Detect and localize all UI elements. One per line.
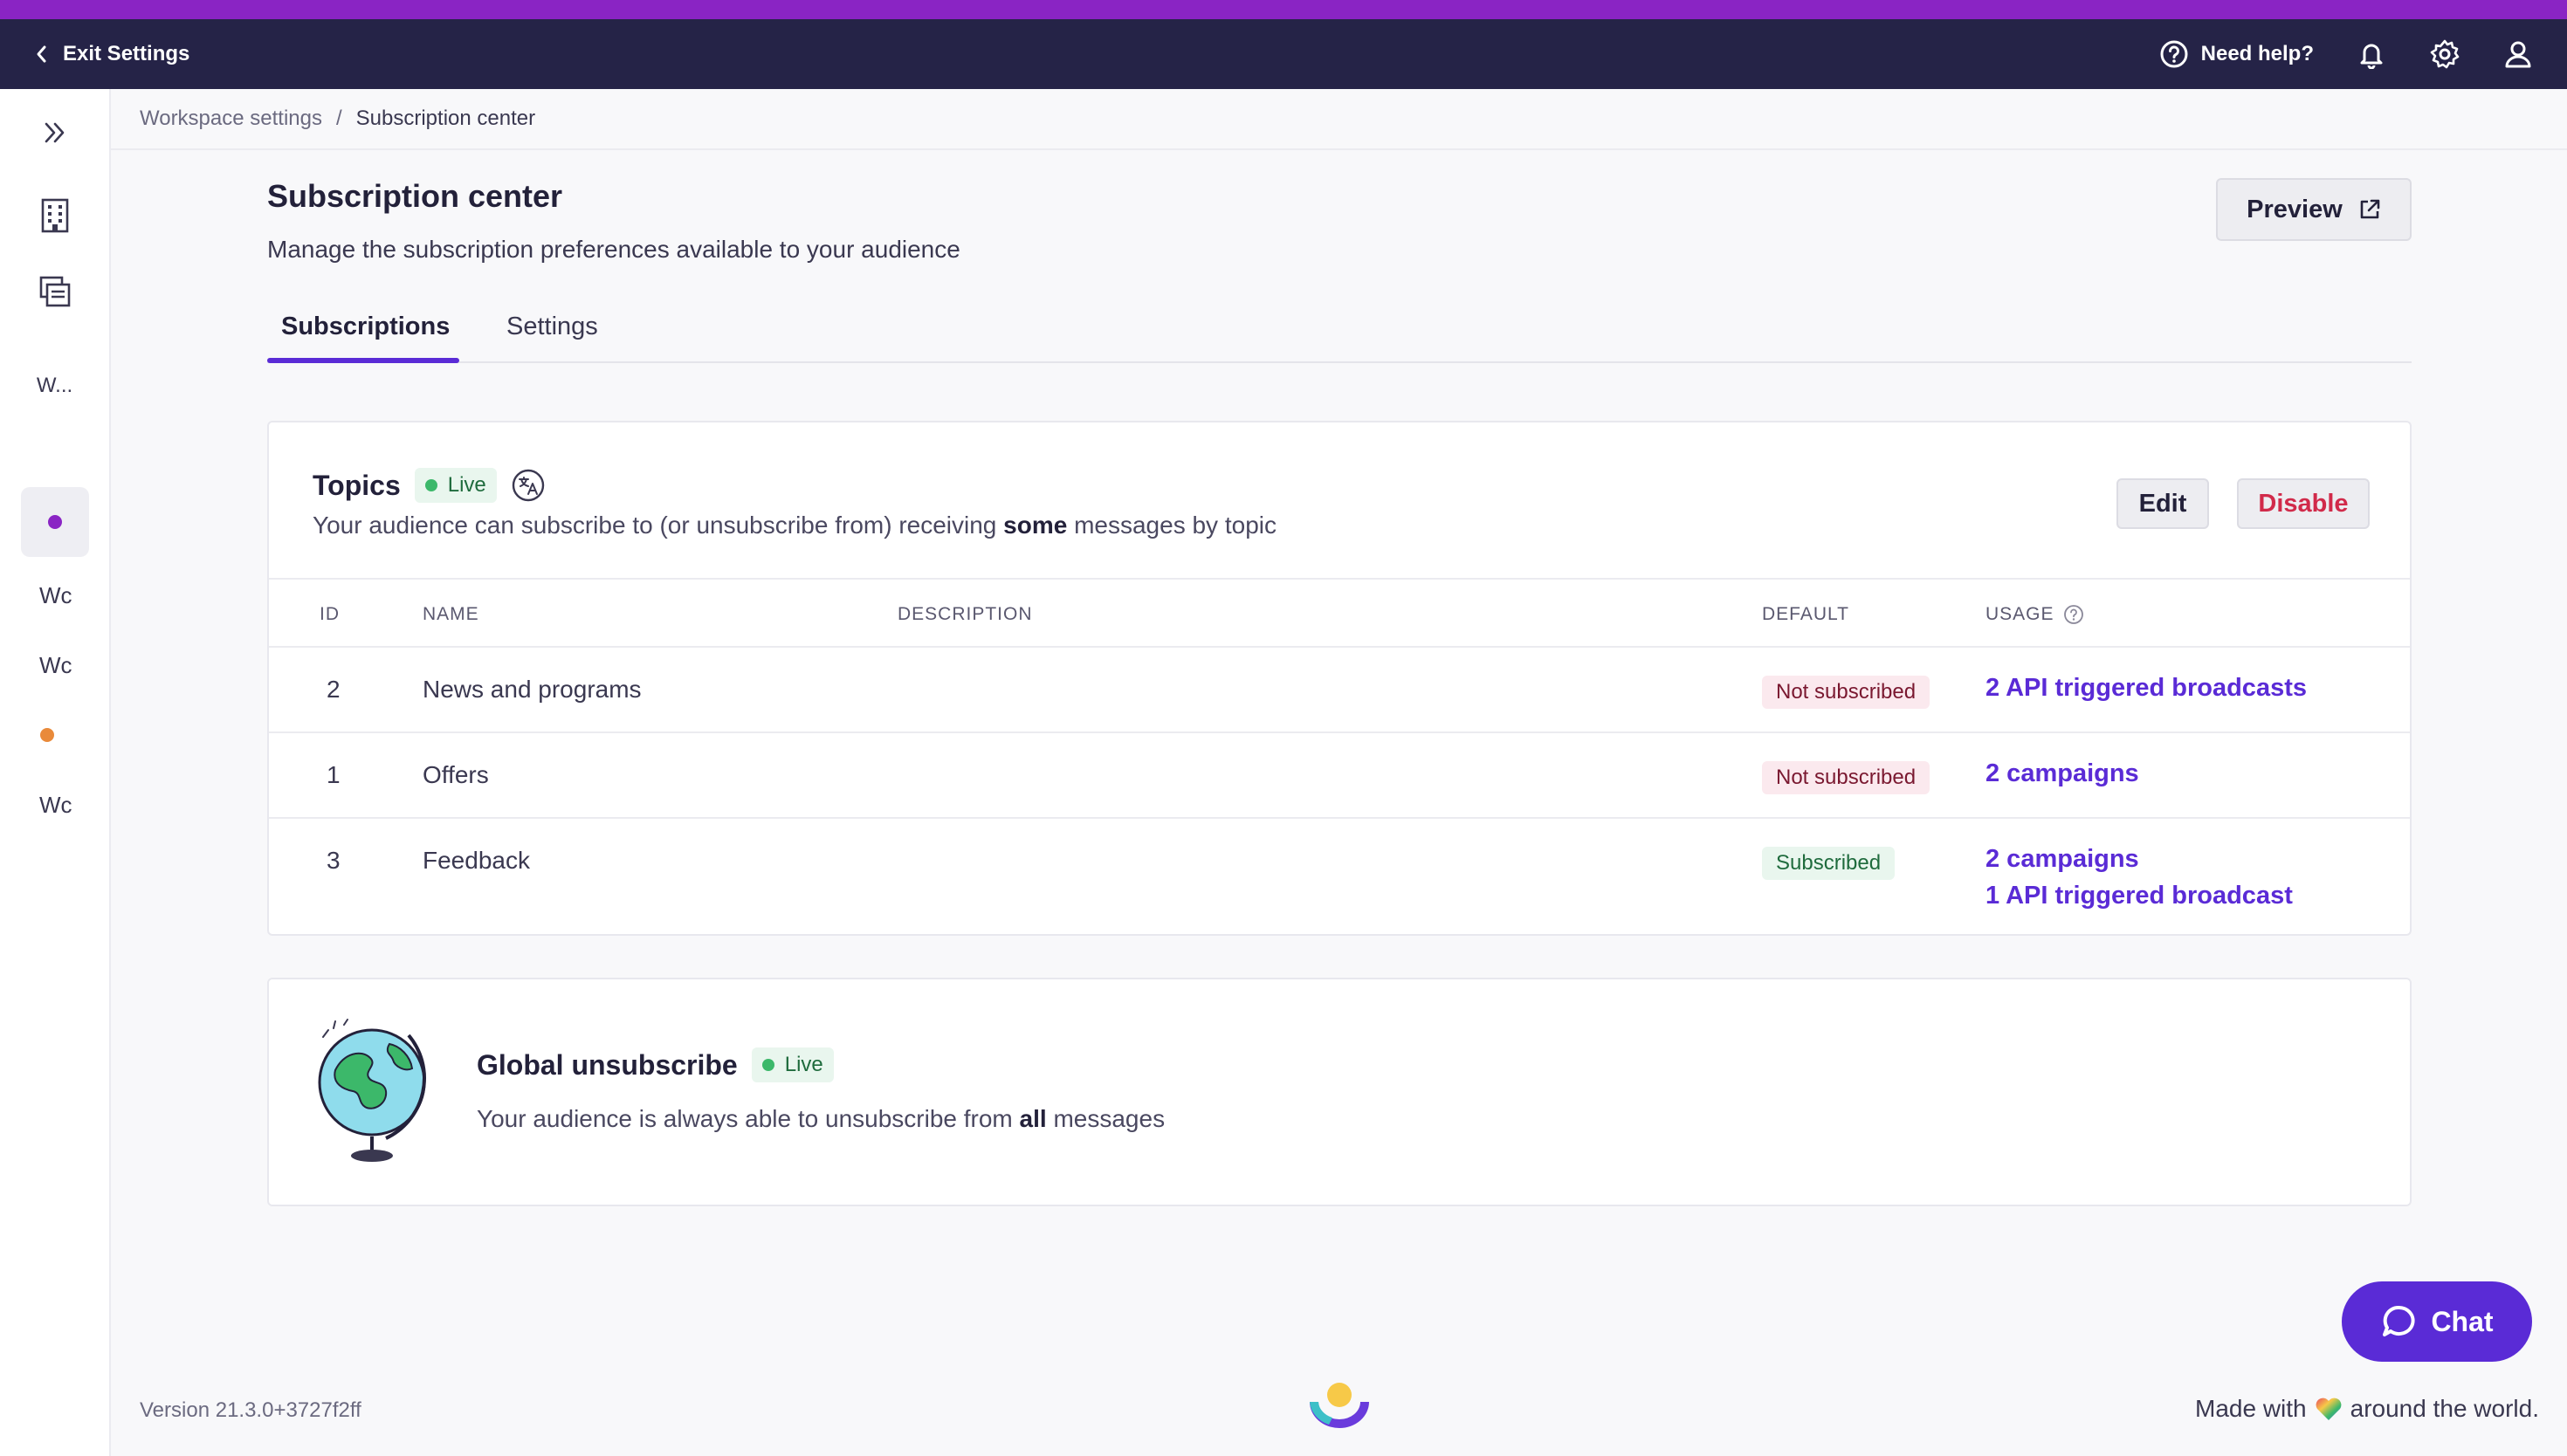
table-row: 1 Offers Not subscribed 2 campaigns bbox=[269, 733, 2410, 819]
global-desc-text-before: Your audience is always able to unsubscr… bbox=[477, 1105, 1020, 1132]
global-unsubscribe-card: Global unsubscribe Live Your audience is… bbox=[267, 978, 2412, 1206]
topic-name: Feedback bbox=[423, 847, 530, 874]
tab-bar: Subscriptions Settings bbox=[267, 288, 2412, 363]
chevron-left-icon bbox=[35, 45, 47, 64]
need-help-button[interactable]: Need help? bbox=[2159, 39, 2314, 69]
topics-desc-text-after: messages by topic bbox=[1067, 512, 1277, 539]
status-badge-label: Live bbox=[447, 473, 486, 497]
sidebar-item-workspace-active[interactable] bbox=[0, 505, 109, 539]
info-question-icon[interactable] bbox=[2063, 604, 2084, 625]
tab-settings[interactable]: Settings bbox=[506, 312, 598, 341]
global-desc-emphasis: all bbox=[1019, 1105, 1047, 1132]
globe-illustration-icon bbox=[309, 1018, 440, 1171]
topic-id: 2 bbox=[327, 676, 341, 703]
default-status-badge: Subscribed bbox=[1762, 847, 1896, 880]
column-header-usage: USAGE bbox=[1985, 604, 2084, 625]
translate-icon[interactable] bbox=[511, 468, 546, 503]
tab-subscriptions[interactable]: Subscriptions bbox=[281, 312, 450, 341]
global-unsubscribe-title: Global unsubscribe bbox=[477, 1048, 738, 1081]
breadcrumb-current: Subscription center bbox=[355, 106, 536, 130]
chat-button[interactable]: Chat bbox=[2342, 1281, 2532, 1362]
brand-accent-bar bbox=[0, 0, 2567, 19]
usage-link[interactable]: 2 API triggered broadcasts bbox=[1985, 674, 2307, 703]
sidebar-item-workspace-3[interactable]: Wc bbox=[0, 648, 109, 683]
version-text: Version 21.3.0+3727f2ff bbox=[140, 1398, 361, 1422]
chat-label: Chat bbox=[2431, 1305, 2494, 1337]
column-header-description: DESCRIPTION bbox=[898, 604, 1033, 624]
table-header: ID NAME DESCRIPTION DEFAULT USAGE bbox=[269, 578, 2410, 648]
topic-name: News and programs bbox=[423, 676, 642, 703]
sidebar-item-label: Wc bbox=[39, 651, 72, 678]
made-with-label: Made with bbox=[2195, 1395, 2307, 1422]
breadcrumb-separator: / bbox=[335, 106, 342, 130]
bell-icon[interactable] bbox=[2357, 39, 2385, 69]
status-badge-label: Live bbox=[784, 1053, 823, 1076]
chat-bubble-icon bbox=[2380, 1303, 2417, 1340]
column-header-name: NAME bbox=[423, 604, 479, 624]
exit-settings-button[interactable]: Exit Settings bbox=[35, 42, 189, 66]
sidebar-item-workspace-building[interactable] bbox=[0, 196, 109, 236]
topic-name: Offers bbox=[423, 761, 489, 788]
active-tab-indicator bbox=[267, 358, 459, 363]
column-header-id: ID bbox=[320, 604, 340, 624]
sidebar: W... Wc Wc Wc bbox=[0, 89, 111, 1456]
external-link-icon bbox=[2358, 198, 2381, 221]
table-row: 3 Feedback Subscribed 2 campaigns 1 API … bbox=[269, 819, 2410, 934]
gear-icon[interactable] bbox=[2429, 38, 2460, 70]
rainbow-heart-icon bbox=[2314, 1396, 2343, 1422]
topics-title: Topics bbox=[313, 469, 401, 501]
sidebar-item-label: Wc bbox=[39, 581, 72, 608]
live-dot-icon bbox=[424, 479, 437, 491]
building-icon bbox=[40, 198, 70, 233]
brand-logo-icon bbox=[1306, 1379, 1373, 1434]
default-status-badge: Not subscribed bbox=[1762, 761, 1930, 794]
table-row: 2 News and programs Not subscribed 2 API… bbox=[269, 648, 2410, 733]
default-status-badge: Not subscribed bbox=[1762, 676, 1930, 709]
usage-link[interactable]: 2 campaigns bbox=[1985, 845, 2139, 874]
around-the-world-label: around the world. bbox=[2350, 1395, 2539, 1422]
page-subtitle: Manage the subscription preferences avai… bbox=[267, 236, 960, 263]
user-icon[interactable] bbox=[2504, 39, 2532, 69]
exit-settings-label: Exit Settings bbox=[63, 42, 190, 65]
help-circle-icon bbox=[2159, 39, 2189, 69]
topics-desc-emphasis: some bbox=[1003, 512, 1068, 539]
column-header-usage-label: USAGE bbox=[1985, 604, 2054, 624]
topic-id: 1 bbox=[327, 761, 341, 788]
topics-desc-text-before: Your audience can subscribe to (or unsub… bbox=[313, 512, 1004, 539]
breadcrumb: Workspace settings / Subscription center bbox=[111, 89, 2567, 150]
topics-card: Topics Live Your audience can subscribe … bbox=[267, 421, 2412, 936]
usage-link[interactable]: 2 campaigns bbox=[1985, 759, 2139, 788]
sidebar-item-workspace-2[interactable]: Wc bbox=[0, 578, 109, 613]
sidebar-item-workspace-4[interactable]: Wc bbox=[0, 787, 109, 822]
live-dot-icon bbox=[761, 1059, 774, 1071]
sidebar-item-label: Wc bbox=[39, 791, 72, 818]
top-navigation-bar: Exit Settings Need help? bbox=[0, 19, 2567, 89]
double-chevron-right-icon bbox=[42, 120, 68, 145]
preview-label: Preview bbox=[2247, 195, 2343, 223]
usage-link[interactable]: 1 API triggered broadcast bbox=[1985, 882, 2293, 910]
edit-button[interactable]: Edit bbox=[2116, 478, 2209, 529]
disable-button[interactable]: Disable bbox=[2237, 478, 2370, 529]
column-header-default: DEFAULT bbox=[1762, 604, 1849, 624]
sidebar-item-workspace-1[interactable]: W... bbox=[0, 367, 109, 405]
page-title: Subscription center bbox=[267, 178, 563, 214]
global-unsubscribe-description: Your audience is always able to unsubscr… bbox=[477, 1105, 1165, 1133]
status-badge: Live bbox=[751, 1047, 834, 1082]
expand-sidebar-button[interactable] bbox=[0, 113, 109, 152]
purple-dot-icon bbox=[47, 515, 62, 529]
status-badge: Live bbox=[414, 468, 497, 503]
topic-id: 3 bbox=[327, 847, 341, 874]
orange-dot-icon bbox=[40, 728, 54, 742]
breadcrumb-workspace-settings-link[interactable]: Workspace settings bbox=[140, 106, 322, 131]
global-desc-text-after: messages bbox=[1046, 1105, 1166, 1132]
topics-description: Your audience can subscribe to (or unsub… bbox=[313, 512, 1277, 539]
sidebar-item-label: W... bbox=[36, 374, 73, 397]
need-help-label: Need help? bbox=[2200, 42, 2314, 65]
sidebar-item-messages[interactable] bbox=[0, 272, 109, 311]
sidebar-item-workspace-orange[interactable] bbox=[0, 718, 109, 752]
made-with-love-text: Made with around the world. bbox=[2195, 1395, 2539, 1423]
stacked-windows-icon bbox=[38, 275, 72, 308]
preview-button[interactable]: Preview bbox=[2216, 178, 2412, 241]
